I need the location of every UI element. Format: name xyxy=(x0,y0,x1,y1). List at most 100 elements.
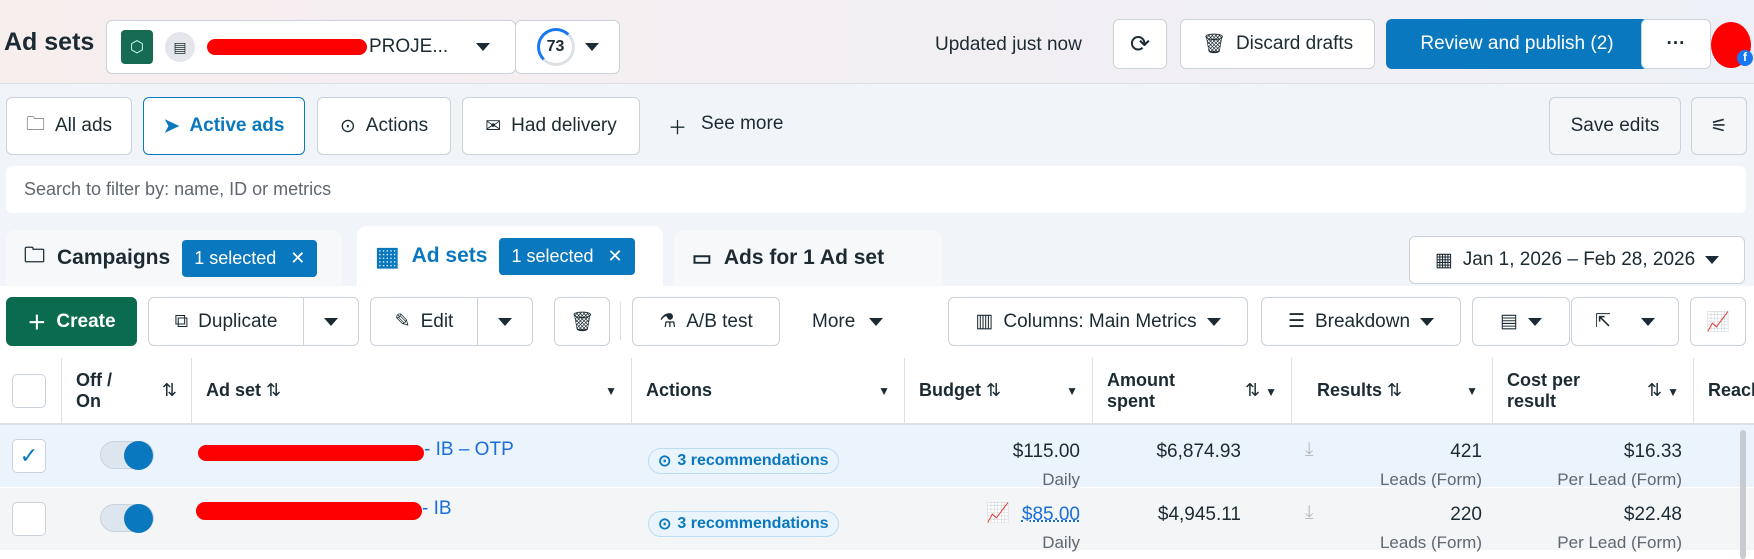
breakdown-label: Breakdown xyxy=(1314,310,1411,332)
sort-icon[interactable]: ⇅ xyxy=(1647,380,1662,400)
ab-test-label: A/B test xyxy=(686,310,753,332)
create-button[interactable]: ＋ Create xyxy=(6,297,137,346)
recommendations-badge[interactable]: ⊙ 3 recommendations xyxy=(648,511,839,537)
search-input[interactable]: Search to filter by: name, ID or metrics xyxy=(6,166,1746,213)
chevron-down-icon[interactable]: ▼ xyxy=(605,384,617,398)
badge-label: 1 selected xyxy=(511,245,594,266)
table-row[interactable]: ✓ - IB – OTP ⊙ 3 recommendations $115.00 … xyxy=(0,425,1754,489)
chevron-down-icon[interactable]: ▼ xyxy=(878,384,890,398)
chart-icon: 📈 xyxy=(1706,311,1730,333)
updated-status: Updated just now xyxy=(935,34,1082,55)
date-range-picker[interactable]: ▦ Jan 1, 2026 – Feb 28, 2026 xyxy=(1409,236,1745,284)
sort-icon[interactable]: ⇅ xyxy=(266,380,281,400)
breakdown-icon: ☰ xyxy=(1287,311,1305,332)
selected-badge[interactable]: 1 selected ✕ xyxy=(182,239,318,277)
review-publish-button[interactable]: Review and publish (2) xyxy=(1386,19,1648,69)
header-amount-spent[interactable]: Amount spent ⇅ ▼ xyxy=(1093,358,1292,425)
row-checkbox[interactable] xyxy=(12,502,46,536)
on-off-toggle[interactable] xyxy=(100,504,154,533)
see-more-button[interactable]: ＋ See more xyxy=(668,113,783,140)
actions-label: Actions xyxy=(646,380,713,400)
vertical-scrollbar[interactable] xyxy=(1740,430,1746,559)
chevron-down-icon xyxy=(1206,317,1221,326)
tab-label: Ad sets xyxy=(411,244,488,267)
tab-campaigns[interactable]: 🗀 Campaigns 1 selected ✕ xyxy=(6,230,342,286)
chevron-down-icon[interactable]: ▼ xyxy=(1265,385,1277,399)
sort-icon[interactable]: ⇅ xyxy=(1245,380,1260,400)
duplicate-label: Duplicate xyxy=(198,310,278,332)
download-icon[interactable]: ⤓ xyxy=(1305,502,1313,524)
filter-had-delivery[interactable]: ✉ Had delivery xyxy=(462,97,640,155)
export-button[interactable]: ⇱ xyxy=(1571,297,1679,346)
duplicate-button[interactable]: ⧉ Duplicate xyxy=(148,297,304,346)
columns-label: Columns: Main Metrics xyxy=(1003,310,1197,332)
edit-dropdown[interactable] xyxy=(477,297,533,346)
header-ad-set[interactable]: Ad set ⇅ ▼ xyxy=(192,358,632,425)
download-icon[interactable]: ⤓ xyxy=(1305,439,1313,461)
cost-value: $22.48 xyxy=(1623,504,1682,525)
save-edits-label: Save edits xyxy=(1570,115,1660,136)
results-type: Leads (Form) xyxy=(1379,533,1482,552)
columns-button[interactable]: ▥ Columns: Main Metrics xyxy=(948,297,1248,346)
recommendations-badge[interactable]: ⊙ 3 recommendations xyxy=(648,448,839,474)
filter-all-ads[interactable]: 🗀 All ads xyxy=(6,97,132,155)
save-edits-button[interactable]: Save edits xyxy=(1549,97,1681,155)
close-icon[interactable]: ✕ xyxy=(290,248,305,269)
account-selector[interactable]: ⬡ ▤ PROJE... xyxy=(106,20,516,74)
filter-active-ads[interactable]: ➤ Active ads xyxy=(143,97,305,155)
sort-icon[interactable]: ⇅ xyxy=(162,380,177,401)
chevron-down-icon[interactable]: ▼ xyxy=(1667,385,1679,399)
tab-ad-sets[interactable]: ▦ Ad sets 1 selected ✕ xyxy=(357,226,663,286)
header-reach[interactable]: Reach xyxy=(1694,358,1754,425)
header-cost-per-result[interactable]: Cost per result ⇅ ▼ xyxy=(1493,358,1694,425)
ad-set-label: Ad set xyxy=(206,380,262,400)
discard-drafts-button[interactable]: 🗑 Discard drafts xyxy=(1180,19,1375,69)
row-checkbox[interactable]: ✓ xyxy=(12,439,46,473)
ad-set-name-link[interactable]: - IB – OTP xyxy=(424,439,514,461)
cost-type: Per Lead (Form) xyxy=(1557,470,1682,489)
budget-value[interactable]: $115.00 xyxy=(1013,441,1080,463)
chevron-down-icon xyxy=(1640,317,1655,326)
refresh-button[interactable]: ⟳ xyxy=(1113,19,1167,69)
more-options-button[interactable]: ··· xyxy=(1641,19,1711,69)
opportunity-score-button[interactable]: 73 xyxy=(515,20,620,74)
chevron-down-icon[interactable]: ▼ xyxy=(1066,384,1078,398)
budget-schedule-icon[interactable]: 📈 xyxy=(986,501,1010,525)
settings-sliders-button[interactable]: ⚟ xyxy=(1691,97,1747,155)
score-gauge: 73 xyxy=(536,28,575,66)
sort-icon[interactable]: ⇅ xyxy=(986,380,1001,400)
duplicate-dropdown[interactable] xyxy=(303,297,359,346)
reports-button[interactable]: ▤ xyxy=(1472,297,1570,346)
more-button[interactable]: More xyxy=(812,311,884,333)
chevron-down-icon xyxy=(869,318,884,326)
chevron-down-icon xyxy=(324,317,338,326)
header-off-on[interactable]: Off / On ⇅ xyxy=(62,358,192,425)
header-actions[interactable]: Actions ▼ xyxy=(632,358,905,425)
create-label: Create xyxy=(56,310,116,332)
sort-icon[interactable]: ⇅ xyxy=(1387,380,1402,400)
chevron-down-icon[interactable]: ▼ xyxy=(1466,384,1478,398)
plus-icon: ＋ xyxy=(27,313,47,334)
header-results[interactable]: Results ⇅ ▼ xyxy=(1292,358,1493,425)
close-icon[interactable]: ✕ xyxy=(608,246,623,267)
edit-button[interactable]: ✎ Edit xyxy=(370,297,478,346)
charts-button[interactable]: 📈 xyxy=(1690,297,1746,346)
budget-type: Daily xyxy=(1042,470,1080,489)
pencil-icon: ✎ xyxy=(394,311,411,332)
budget-value[interactable]: $85.00 xyxy=(1022,504,1080,526)
ad-set-name-link[interactable]: - IB xyxy=(422,498,452,520)
breakdown-button[interactable]: ☰ Breakdown xyxy=(1261,297,1461,346)
header-budget[interactable]: Budget ⇅ ▼ xyxy=(905,358,1093,425)
tab-ads[interactable]: ▭ Ads for 1 Ad set xyxy=(674,230,942,286)
recommendations-label: 3 recommendations xyxy=(677,515,829,532)
on-off-toggle[interactable] xyxy=(100,441,154,470)
table-row[interactable]: - IB ⊙ 3 recommendations 📈 $85.00 Daily $… xyxy=(0,488,1754,552)
more-label: More xyxy=(812,311,856,332)
delete-button[interactable]: 🗑 xyxy=(554,297,610,346)
amount-spent-value: $6,874.93 xyxy=(1156,441,1241,462)
ad-sets-table: Off / On ⇅ Ad set ⇅ ▼ Actions ▼ Budget ⇅ ▼ Am… xyxy=(0,358,1754,559)
select-all-checkbox[interactable] xyxy=(12,374,46,408)
filter-actions[interactable]: ⊙ Actions xyxy=(317,97,451,155)
ab-test-button[interactable]: ⚗ A/B test xyxy=(632,297,780,346)
selected-badge[interactable]: 1 selected ✕ xyxy=(499,237,635,275)
